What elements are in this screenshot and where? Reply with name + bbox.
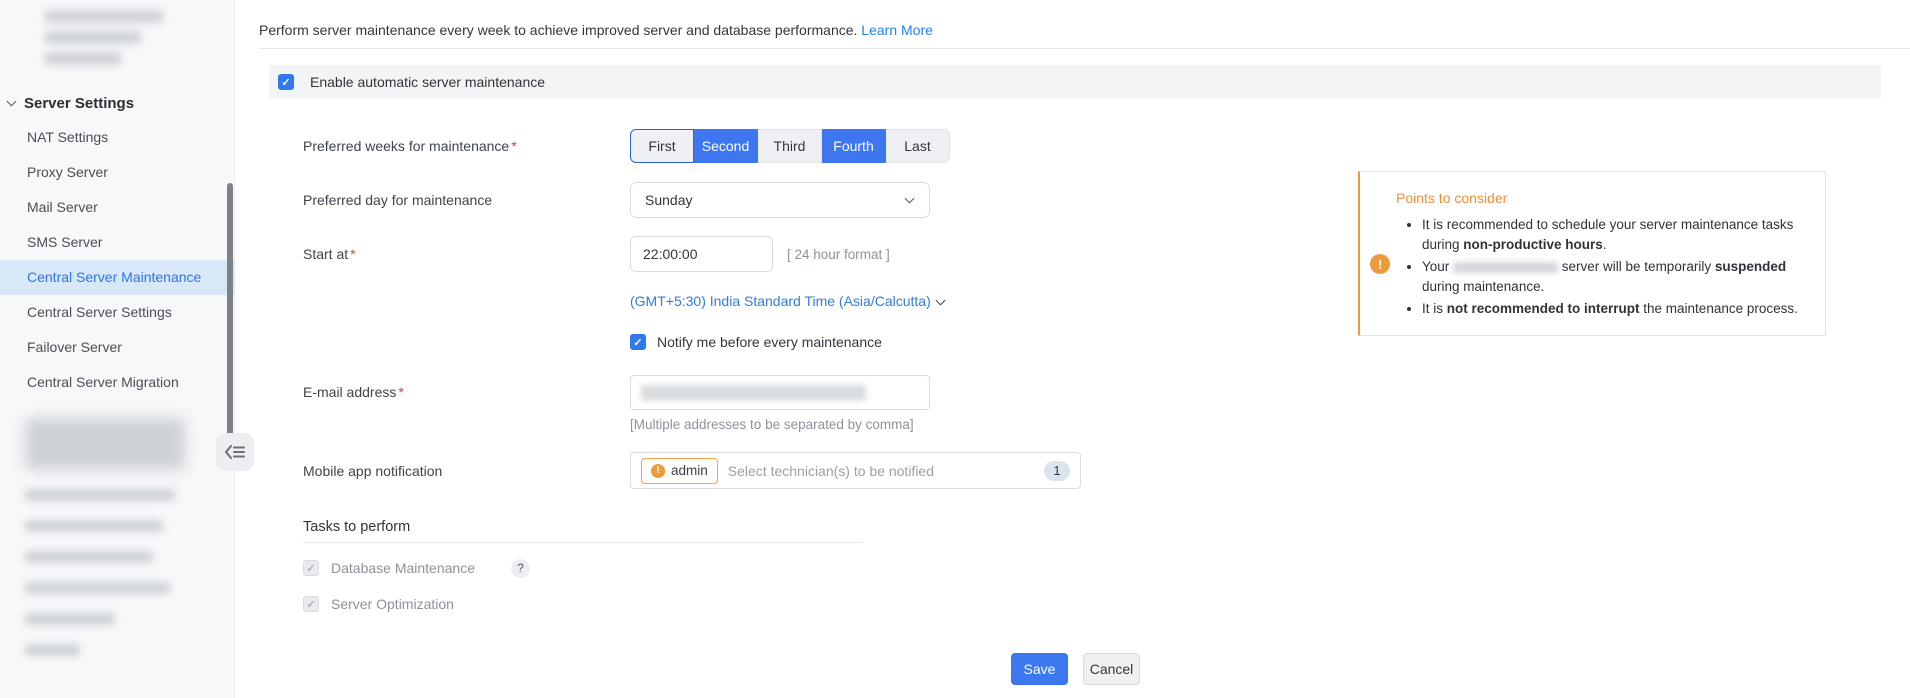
notify-label: Notify me before every maintenance <box>657 334 882 350</box>
server-optimization-label: Server Optimization <box>331 596 454 612</box>
start-at-row: Start at* [ 24 hour format ] <box>303 236 1323 272</box>
redacted-line <box>25 489 175 501</box>
sidebar-scrollbar[interactable] <box>227 183 233 441</box>
collapse-sidebar-icon <box>224 444 246 460</box>
redacted-line <box>25 551 153 563</box>
email-row: E-mail address* [Multiple addresses to b… <box>303 375 1323 432</box>
day-select-value: Sunday <box>645 192 692 208</box>
sidebar-item-central-server-migration[interactable]: Central Server Migration <box>0 365 235 400</box>
redacted-line <box>25 644 80 656</box>
required-mark: * <box>350 246 355 262</box>
description-text: Perform server maintenance every week to… <box>259 22 857 38</box>
redacted-line <box>25 613 115 625</box>
technician-select-field[interactable]: ! admin Select technician(s) to be notif… <box>630 452 1081 489</box>
notify-checkbox[interactable]: ✓ <box>630 334 646 350</box>
database-maintenance-checkbox[interactable]: ✓ <box>303 560 319 576</box>
mobile-notification-row: Mobile app notification ! admin Select t… <box>303 452 1323 489</box>
main-content: Perform server maintenance every week to… <box>235 0 1910 698</box>
sidebar-item-mail-server[interactable]: Mail Server <box>0 190 235 225</box>
chevron-down-icon <box>7 97 17 107</box>
enable-maintenance-bar: ✓ Enable automatic server maintenance <box>269 65 1881 99</box>
page-description: Perform server maintenance every week to… <box>259 22 1910 38</box>
redacted-line <box>45 52 121 65</box>
week-button-third[interactable]: Third <box>758 129 822 163</box>
email-label: E-mail address* <box>303 384 630 400</box>
time-format-hint: [ 24 hour format ] <box>787 247 890 262</box>
email-input[interactable] <box>630 375 930 410</box>
redacted-line <box>45 10 163 23</box>
email-hint: [Multiple addresses to be separated by c… <box>630 417 1323 432</box>
warning-icon: ! <box>651 464 665 478</box>
form-actions: Save Cancel <box>1011 653 1323 685</box>
technician-count-badge[interactable]: 1 <box>1044 461 1070 481</box>
preferred-day-row: Preferred day for maintenance Sunday <box>303 182 1323 218</box>
mobile-notification-label: Mobile app notification <box>303 463 630 479</box>
chevron-down-icon <box>935 295 945 305</box>
redacted-block <box>25 418 185 470</box>
redacted-server-name <box>1453 262 1558 273</box>
sidebar-nav: NAT Settings Proxy Server Mail Server SM… <box>0 120 235 400</box>
sidebar-section-server-settings[interactable]: Server Settings <box>8 95 134 112</box>
points-bullet-1: It is recommended to schedule your serve… <box>1422 215 1815 255</box>
points-bullet-2: Your server will be temporarily suspende… <box>1422 257 1815 297</box>
tasks-heading: Tasks to perform <box>303 519 863 543</box>
enable-maintenance-checkbox[interactable]: ✓ <box>278 74 294 90</box>
server-optimization-checkbox[interactable]: ✓ <box>303 596 319 612</box>
technician-chip-admin[interactable]: ! admin <box>641 458 718 484</box>
redacted-line <box>25 582 170 594</box>
sidebar-item-failover-server[interactable]: Failover Server <box>0 330 235 365</box>
warning-icon: ! <box>1370 254 1390 274</box>
redacted-email-value <box>641 385 866 401</box>
preferred-day-label: Preferred day for maintenance <box>303 192 630 208</box>
notify-row: ✓ Notify me before every maintenance <box>303 334 1323 350</box>
sidebar-section-label: Server Settings <box>24 95 134 112</box>
redacted-logo-block <box>45 10 163 73</box>
database-maintenance-label: Database Maintenance <box>331 560 475 576</box>
day-select[interactable]: Sunday <box>630 182 930 218</box>
redacted-line <box>25 520 163 532</box>
timezone-row: (GMT+5:30) India Standard Time (Asia/Cal… <box>303 293 1323 311</box>
points-title: Points to consider <box>1396 190 1825 206</box>
week-button-group: First Second Third Fourth Last <box>630 129 1323 163</box>
cancel-button[interactable]: Cancel <box>1083 653 1140 685</box>
chevron-down-icon <box>905 193 915 203</box>
sidebar-item-proxy-server[interactable]: Proxy Server <box>0 155 235 190</box>
enable-maintenance-label: Enable automatic server maintenance <box>310 74 545 90</box>
points-bullet-3: It is not recommended to interrupt the m… <box>1422 299 1815 319</box>
task-row-database-maintenance: ✓ Database Maintenance ? <box>303 557 1323 579</box>
points-to-consider-panel: ! Points to consider It is recommended t… <box>1358 171 1826 336</box>
redacted-section <box>25 418 195 656</box>
app-root: Server Settings NAT Settings Proxy Serve… <box>0 0 1910 698</box>
week-button-last[interactable]: Last <box>886 129 950 163</box>
maintenance-form: Preferred weeks for maintenance* First S… <box>303 129 1323 685</box>
collapse-sidebar-button[interactable] <box>216 433 254 471</box>
sidebar-item-sms-server[interactable]: SMS Server <box>0 225 235 260</box>
technician-chip-label: admin <box>671 463 708 478</box>
sidebar-item-nat-settings[interactable]: NAT Settings <box>0 120 235 155</box>
points-list: It is recommended to schedule your serve… <box>1422 215 1815 319</box>
week-button-second[interactable]: Second <box>694 129 758 163</box>
week-button-fourth[interactable]: Fourth <box>822 129 886 163</box>
technician-placeholder: Select technician(s) to be notified <box>728 463 934 479</box>
task-row-server-optimization: ✓ Server Optimization <box>303 593 1323 615</box>
redacted-line <box>45 31 141 44</box>
divider <box>259 48 1910 49</box>
timezone-link[interactable]: (GMT+5:30) India Standard Time (Asia/Cal… <box>630 293 944 309</box>
sidebar-item-central-server-maintenance[interactable]: Central Server Maintenance <box>0 260 235 295</box>
week-button-first[interactable]: First <box>630 129 694 163</box>
learn-more-link[interactable]: Learn More <box>861 22 933 38</box>
required-mark: * <box>398 384 403 400</box>
required-mark: * <box>511 138 516 154</box>
timezone-link-label: (GMT+5:30) India Standard Time (Asia/Cal… <box>630 293 931 309</box>
start-time-input[interactable] <box>630 236 773 272</box>
save-button[interactable]: Save <box>1011 653 1068 685</box>
help-icon[interactable]: ? <box>511 559 530 578</box>
sidebar-item-central-server-settings[interactable]: Central Server Settings <box>0 295 235 330</box>
preferred-weeks-row: Preferred weeks for maintenance* First S… <box>303 129 1323 163</box>
sidebar: Server Settings NAT Settings Proxy Serve… <box>0 0 235 698</box>
preferred-weeks-label: Preferred weeks for maintenance* <box>303 138 630 154</box>
start-at-label: Start at* <box>303 246 630 262</box>
